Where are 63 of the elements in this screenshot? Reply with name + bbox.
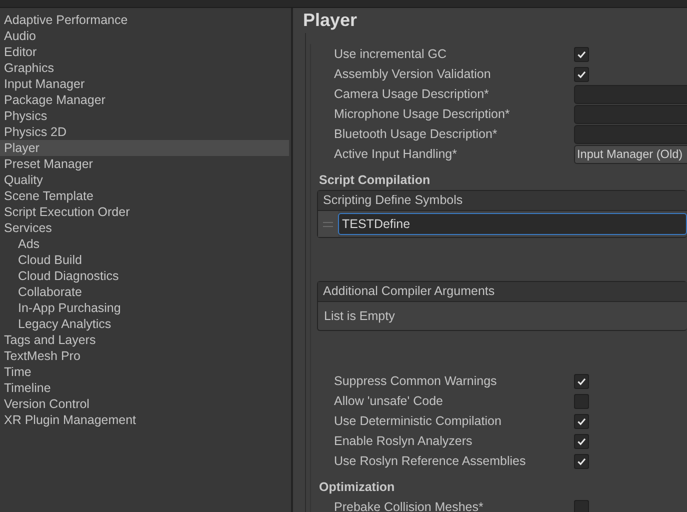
checkbox[interactable] [574, 434, 589, 448]
checkbox[interactable] [574, 374, 589, 388]
checkbox[interactable] [574, 414, 589, 428]
sidebar-item[interactable]: Services [0, 220, 291, 236]
sidebar-item[interactable]: Audio [0, 28, 291, 44]
input-field[interactable]: TESTDefine [338, 213, 687, 235]
dropdown[interactable]: Input Manager (Old) [574, 144, 687, 164]
checkmark-icon [576, 416, 587, 426]
field-label: Microphone Usage Description* [334, 107, 511, 121]
field-label: Camera Usage Description* [334, 87, 490, 101]
text-field[interactable] [574, 124, 687, 144]
checkbox[interactable] [574, 394, 589, 408]
field-label: Suppress Common Warnings [334, 374, 498, 388]
checkmark-icon [576, 456, 587, 466]
text-field[interactable] [574, 84, 687, 104]
list-header: Scripting Define Symbols [318, 191, 687, 211]
checkmark-icon [576, 376, 587, 386]
sidebar-item[interactable]: Time [0, 364, 291, 380]
checkbox[interactable] [574, 66, 589, 82]
checkbox[interactable] [574, 500, 589, 512]
field-label: Use incremental GC [334, 47, 448, 61]
field-label: Bluetooth Usage Description* [334, 127, 498, 141]
sidebar-item[interactable]: Version Control [0, 396, 291, 412]
sidebar-item[interactable]: Script Execution Order [0, 204, 291, 220]
sidebar-item[interactable]: TextMesh Pro [0, 348, 291, 364]
text-field[interactable] [574, 104, 687, 124]
sidebar-item[interactable]: Cloud Diagnostics [0, 268, 291, 284]
field-label: Active Input Handling* [334, 147, 458, 161]
drag-handle-icon[interactable] [318, 211, 338, 237]
sidebar-item[interactable]: Player [0, 140, 289, 156]
sidebar-item[interactable]: Cloud Build [0, 252, 291, 268]
sidebar-item[interactable]: Scene Template [0, 188, 291, 204]
checkmark-icon [576, 68, 587, 80]
field-label: Allow 'unsafe' Code [334, 394, 444, 408]
empty-list-text: List is Empty [323, 308, 396, 325]
section-heading: Script Compilation [318, 172, 432, 189]
sidebar-item[interactable]: Quality [0, 172, 291, 188]
sidebar-item[interactable]: Collaborate [0, 284, 291, 300]
list-header: Additional Compiler Arguments [318, 282, 687, 302]
sidebar-item[interactable]: Graphics [0, 60, 291, 76]
sidebar-item[interactable]: Preset Manager [0, 156, 291, 172]
sidebar-item[interactable]: Physics 2D [0, 124, 291, 140]
sidebar-item[interactable]: Ads [0, 236, 291, 252]
sidebar-item[interactable]: Physics [0, 108, 291, 124]
section-heading: Optimization [318, 479, 396, 496]
sidebar-item[interactable]: Editor [0, 44, 291, 60]
sidebar-item[interactable]: XR Plugin Management [0, 412, 291, 428]
sidebar-item[interactable]: Adaptive Performance [0, 12, 291, 28]
field-label: Use Roslyn Reference Assemblies [334, 454, 527, 468]
checkmark-icon [576, 436, 587, 446]
sidebar-item[interactable]: Tags and Layers [0, 332, 291, 348]
checkbox[interactable] [574, 454, 589, 468]
checkbox[interactable] [574, 46, 589, 62]
field-label: Assembly Version Validation [334, 67, 492, 81]
field-label: Use Deterministic Compilation [334, 414, 502, 428]
sidebar-item[interactable]: In-App Purchasing [0, 300, 291, 316]
sidebar-item[interactable]: Package Manager [0, 92, 291, 108]
sidebar-item[interactable]: Legacy Analytics [0, 316, 291, 332]
field-label: Prebake Collision Meshes* [334, 500, 484, 512]
sidebar-item[interactable]: Input Manager [0, 76, 291, 92]
sidebar-item[interactable]: Timeline [0, 380, 291, 396]
field-label: Enable Roslyn Analyzers [334, 434, 474, 448]
checkmark-icon [576, 48, 587, 60]
